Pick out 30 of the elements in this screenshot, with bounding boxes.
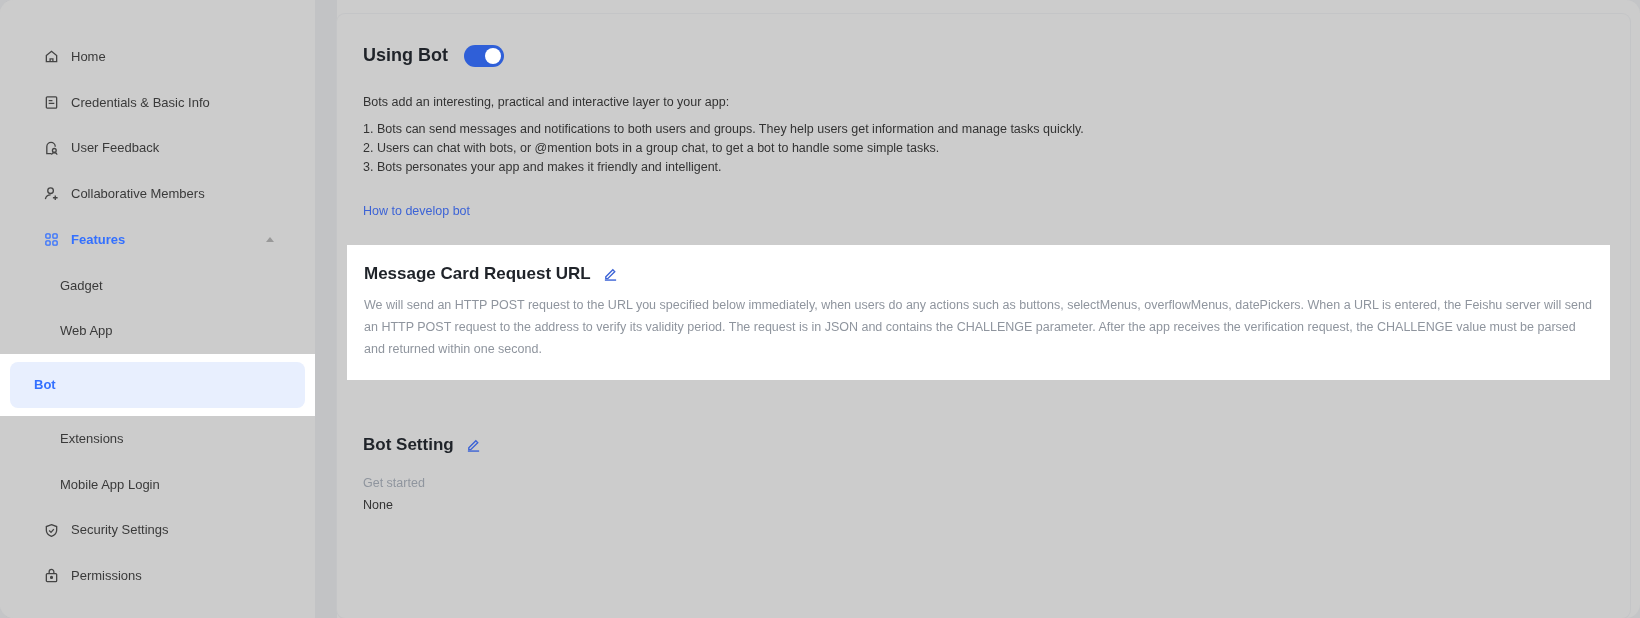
shield-icon [44,522,59,538]
grid-icon [44,232,59,248]
sidebar-item[interactable]: Credentials & Basic Info [10,79,305,126]
list-text: 1. Bots can send messages and notifications to both users and groups. They help users get information and manage tasks quickly. [363,120,1085,138]
section-title: Message Card Request URL [364,262,591,285]
sidebar-item[interactable]: Home [10,34,305,80]
sidebar-item[interactable]: Permissions [10,552,305,599]
sidebar-item[interactable]: Security Settings [10,507,305,553]
sidebar-item[interactable]: Extensions [10,415,305,462]
section-title: Bot Setting [363,434,454,456]
feedback-icon [44,140,59,156]
toggle-switch[interactable] [464,44,504,67]
field-label: Get started [363,474,426,492]
sidebar-item[interactable]: Collaborative Members [10,171,305,217]
description-text: We will send an HTTP POST request to the URL you specified below immediately, when users do any actions such as buttons, selectMenus, overflowMenus, datePickers. When a URL is entered, the Feishu server will send an HTTP POST request to the address to verify its validity period. The request is in JSON and contains the CHALLENGE parameter. After the app receives the verification request, the CHALLENGE value must be parsed and returned within one second. [364,297,1592,358]
sidebar-item[interactable]: Bot [10,361,305,408]
sidebar-item[interactable]: Web App [10,308,305,354]
person-add-icon [44,186,59,202]
intro-text: Bots add an interesting, practical and interactive layer to your app: [363,94,731,111]
lock-icon [44,568,59,584]
sidebar-item[interactable]: User Feedback [10,125,305,172]
list-text: 3. Bots personates your app and makes it friendly and intelligent. [363,158,723,176]
sidebar-item[interactable]: Gadget [10,262,305,309]
edit-icon[interactable] [465,437,481,453]
field-value: None [363,497,394,515]
document-icon [44,95,59,111]
section-title: Using Bot [363,44,448,67]
list-text: 2. Users can chat with bots, or @mention bots in a group chat, to get a bot to handle some simple tasks. [363,139,941,157]
sidebar-item[interactable]: Mobile App Login [10,461,305,508]
home-icon [44,49,59,65]
